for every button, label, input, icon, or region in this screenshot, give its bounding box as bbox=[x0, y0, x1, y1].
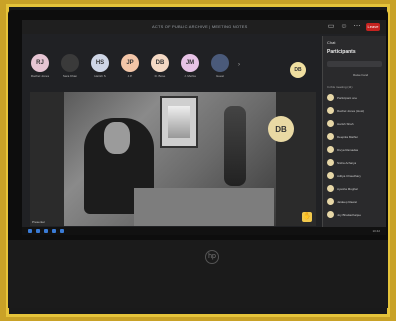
list-item[interactable]: Deepika Mathur bbox=[323, 130, 386, 143]
self-avatar[interactable]: DB bbox=[290, 62, 306, 78]
taskbar-app-icon[interactable] bbox=[60, 229, 64, 233]
brand-logo: hp bbox=[205, 250, 219, 264]
panel-header[interactable]: Chat bbox=[323, 36, 386, 47]
participant-tile[interactable]: Sara Khan bbox=[58, 54, 82, 78]
more-icon[interactable]: ⋯ bbox=[353, 23, 361, 31]
participant-list-name: Ayesha Mughal bbox=[337, 186, 358, 191]
start-icon[interactable] bbox=[28, 229, 32, 233]
list-item[interactable]: Rachel Jones (Host) bbox=[323, 104, 386, 117]
participants-list: Participant one Rachel Jones (Host) Harish… bbox=[323, 91, 386, 221]
panel-title: Participants bbox=[327, 49, 356, 55]
avatar: DB bbox=[151, 54, 169, 72]
list-item[interactable]: Ayesha Mughal bbox=[323, 182, 386, 195]
photo-frame-art bbox=[160, 96, 198, 148]
chat-icon[interactable]: ▭ bbox=[327, 23, 335, 31]
avatar: HS bbox=[91, 54, 109, 72]
participants-section[interactable]: In this meeting (11) bbox=[323, 83, 386, 91]
avatar bbox=[327, 185, 334, 192]
avatar bbox=[327, 159, 334, 166]
participant-tile[interactable]: RJ Rachel Jones bbox=[28, 54, 52, 78]
laptop-base bbox=[8, 240, 388, 308]
participant-tile[interactable]: JM J. Mehta bbox=[178, 54, 202, 78]
raise-hand-icon[interactable]: ✋ bbox=[302, 212, 312, 222]
participant-list-name: Rachel Jones (Host) bbox=[337, 108, 365, 113]
avatar: RJ bbox=[31, 54, 49, 72]
window-title: ACTS OF PUBLIC ARCHIVE | MEETING NOTES bbox=[152, 24, 248, 29]
participant-list-name: Aditya Chaudhary bbox=[337, 173, 361, 178]
participant-name: Rachel Jones bbox=[30, 74, 50, 78]
list-item[interactable]: Jaideep Rawat bbox=[323, 195, 386, 208]
people-icon[interactable]: ☺ bbox=[340, 23, 348, 31]
participant-list-name: Jaideep Rawat bbox=[337, 199, 357, 204]
list-item[interactable]: Nisha Acharya bbox=[323, 156, 386, 169]
photo-face bbox=[104, 122, 130, 154]
taskbar-app-icon[interactable] bbox=[52, 229, 56, 233]
participant-list-name: Joy Bhattacharjee bbox=[337, 212, 362, 217]
avatar bbox=[327, 172, 334, 179]
shared-photo bbox=[64, 92, 276, 226]
participant-name: J.P. bbox=[127, 74, 133, 78]
list-item[interactable]: Aditya Chaudhary bbox=[323, 169, 386, 182]
presenter-avatar: DB bbox=[268, 116, 294, 142]
participant-name: Guest bbox=[215, 74, 224, 78]
avatar bbox=[327, 107, 334, 114]
avatar bbox=[211, 54, 229, 72]
participant-name: J. Mehta bbox=[184, 74, 196, 78]
taskbar-app-icon[interactable] bbox=[36, 229, 40, 233]
video-name-label: Presenter bbox=[32, 220, 46, 224]
avatar bbox=[61, 54, 79, 72]
participant-tile[interactable]: DB D. Bose bbox=[148, 54, 172, 78]
participant-list-name: Nisha Acharya bbox=[337, 160, 357, 165]
avatar: JP bbox=[121, 54, 139, 72]
participant-tile[interactable]: Guest bbox=[208, 54, 232, 78]
participant-list-name: Deepika Mathur bbox=[337, 134, 359, 139]
list-item[interactable]: Divya Ramadas bbox=[323, 143, 386, 156]
meeting-controls: ▭ ☺ ⋯ Leave bbox=[327, 23, 380, 31]
participant-list-name: Divya Ramadas bbox=[337, 147, 359, 152]
taskbar-app-icon[interactable] bbox=[44, 229, 48, 233]
list-item[interactable]: Harish Shah bbox=[323, 117, 386, 130]
avatar bbox=[327, 133, 334, 140]
participant-list-name: Participant one bbox=[337, 95, 358, 100]
avatar bbox=[327, 211, 334, 218]
participant-name: Harish S bbox=[94, 74, 106, 78]
participant-list-name: Harish Shah bbox=[337, 121, 354, 126]
search-input[interactable] bbox=[327, 61, 382, 67]
screen: ACTS OF PUBLIC ARCHIVE | MEETING NOTES ▭… bbox=[22, 20, 386, 235]
avatar bbox=[327, 94, 334, 101]
avatar bbox=[327, 146, 334, 153]
avatar: JM bbox=[181, 54, 199, 72]
participant-strip: RJ Rachel Jones Sara Khan HS Harish S JP J.P. D… bbox=[28, 54, 232, 78]
list-item[interactable]: Participant one bbox=[323, 91, 386, 104]
participant-name: Sara Khan bbox=[62, 74, 78, 78]
taskbar: 10:42 bbox=[22, 227, 386, 235]
leave-button[interactable]: Leave bbox=[366, 23, 380, 31]
photo-table bbox=[134, 188, 274, 226]
taskbar-clock: 10:42 bbox=[372, 229, 380, 233]
list-item[interactable]: Joy Bhattacharjee bbox=[323, 208, 386, 221]
raise-hand-label[interactable]: Raise hand bbox=[323, 71, 386, 83]
participant-tile[interactable]: JP J.P. bbox=[118, 54, 142, 78]
chevron-right-icon[interactable]: › bbox=[238, 62, 240, 68]
title-bar: ACTS OF PUBLIC ARCHIVE | MEETING NOTES ▭… bbox=[22, 20, 386, 34]
avatar bbox=[327, 198, 334, 205]
main-video: DB Presenter ✋ bbox=[30, 92, 316, 226]
participant-name: D. Bose bbox=[154, 74, 166, 78]
photo-lamp bbox=[224, 106, 246, 186]
participants-panel: Chat Participants Raise hand In this mee… bbox=[322, 36, 386, 235]
avatar bbox=[327, 120, 334, 127]
participant-tile[interactable]: HS Harish S bbox=[88, 54, 112, 78]
